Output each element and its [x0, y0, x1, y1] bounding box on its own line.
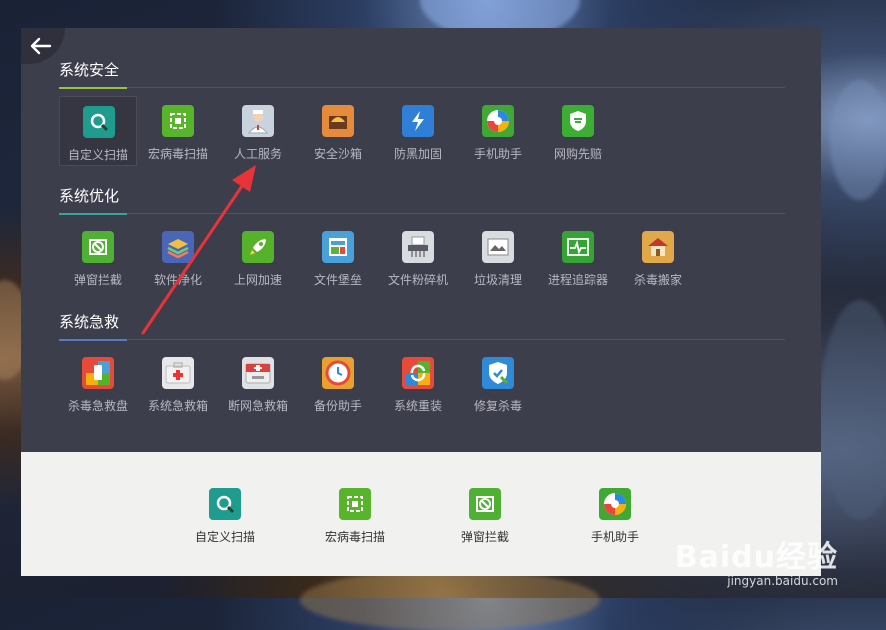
shopping-shield-icon: [562, 105, 594, 137]
popup-block-icon: [82, 231, 114, 263]
tool-tile[interactable]: 防黑加固: [379, 96, 457, 166]
phone-assistant-icon: [482, 105, 514, 137]
quick-tool-label: 弹窗拦截: [460, 530, 509, 544]
tool-tile[interactable]: 手机助手: [459, 96, 537, 166]
sandbox-icon: [322, 105, 354, 137]
magnifier-scan-icon: [209, 488, 241, 520]
rocket-icon: [242, 231, 274, 263]
section-3: 系统急救杀毒急救盘 系统急救箱 断网急救箱 备份助手 系统重装修复杀毒: [59, 308, 785, 428]
offline-aid-kit-icon: [242, 357, 274, 389]
section-title: 系统急救: [59, 313, 120, 331]
quick-tool-tile[interactable]: 宏病毒扫描: [310, 488, 400, 548]
tool-tile[interactable]: 自定义扫描: [59, 96, 137, 166]
quick-tool-tile[interactable]: 自定义扫描: [180, 488, 270, 548]
layers-icon: [162, 231, 194, 263]
tool-tile[interactable]: 修复杀毒: [459, 348, 537, 418]
back-arrow-icon: [30, 37, 52, 55]
tool-tile[interactable]: 文件堡垒: [299, 222, 377, 292]
background-art: [820, 300, 886, 520]
tool-label: 修复杀毒: [473, 399, 522, 413]
background-art: [300, 570, 600, 630]
shredder-icon: [402, 231, 434, 263]
tool-label: 网购先赔: [553, 147, 602, 161]
section-divider: [59, 339, 785, 340]
backup-clock-icon: [322, 357, 354, 389]
tool-tile[interactable]: 系统急救箱: [139, 348, 217, 418]
watermark-logo: Baidu经验: [674, 540, 838, 575]
quick-tool-tile[interactable]: 手机助手: [570, 488, 660, 548]
section-2: 系统优化弹窗拦截 软件净化 上网加速 文件堡垒 文件粉碎机 垃圾清理 进程追踪器杀毒搬家: [59, 182, 785, 302]
toolbox-panel: 系统安全 自定义扫描 宏病毒扫描 人工服务 安全沙箱 防黑加固 手机助手 网购先赔 系统优化 弹窗…: [21, 28, 821, 576]
background-art: [830, 80, 886, 200]
first-aid-kit-icon: [162, 357, 194, 389]
quick-tool-label: 宏病毒扫描: [324, 530, 385, 544]
tool-label: 杀毒搬家: [633, 273, 682, 287]
file-fortress-icon: [322, 231, 354, 263]
section-title-underline: [59, 339, 127, 341]
popup-block-icon: [469, 488, 501, 520]
quick-tool-label: 自定义扫描: [194, 530, 255, 544]
process-tracker-icon: [562, 231, 594, 263]
tool-tile[interactable]: 系统重装: [379, 348, 457, 418]
reinstall-icon: [402, 357, 434, 389]
rescue-usb-icon: [82, 357, 114, 389]
macro-virus-scan-icon: [162, 105, 194, 137]
tool-tile[interactable]: 宏病毒扫描: [139, 96, 217, 166]
phone-assistant-icon: [599, 488, 631, 520]
doctor-icon: [242, 105, 274, 137]
section-title-underline: [59, 87, 127, 89]
tool-tile[interactable]: 弹窗拦截: [59, 222, 137, 292]
trash-clean-icon: [482, 231, 514, 263]
tool-tile[interactable]: 上网加速: [219, 222, 297, 292]
lightning-shield-icon: [402, 105, 434, 137]
section-1: 系统安全自定义扫描 宏病毒扫描 人工服务 安全沙箱 防黑加固 手机助手网购先赔: [59, 56, 785, 176]
move-house-icon: [642, 231, 674, 263]
tool-tile[interactable]: 文件粉碎机: [379, 222, 457, 292]
watermark-url: jingyan.baidu.com: [727, 574, 838, 588]
tool-tile[interactable]: 杀毒急救盘: [59, 348, 137, 418]
section-title: 系统优化: [59, 187, 120, 205]
magnifier-scan-icon: [83, 106, 115, 138]
section-title-underline: [59, 213, 127, 215]
quick-tool-label: 手机助手: [590, 530, 639, 544]
tool-tile[interactable]: 进程追踪器: [539, 222, 617, 292]
macro-virus-scan-icon: [339, 488, 371, 520]
tool-tile[interactable]: 断网急救箱: [219, 348, 297, 418]
section-title: 系统安全: [59, 61, 120, 79]
tool-tile[interactable]: 网购先赔: [539, 96, 617, 166]
quick-tool-tile[interactable]: 弹窗拦截: [440, 488, 530, 548]
section-divider: [59, 213, 785, 214]
section-divider: [59, 87, 785, 88]
tool-tile[interactable]: 软件净化: [139, 222, 217, 292]
tool-tile[interactable]: 垃圾清理: [459, 222, 537, 292]
tool-tile[interactable]: 杀毒搬家: [619, 222, 697, 292]
watermark: Baidu经验 jingyan.baidu.com: [675, 532, 838, 588]
tool-tile[interactable]: 人工服务: [219, 96, 297, 166]
tool-tile[interactable]: 备份助手: [299, 348, 377, 418]
repair-shield-icon: [482, 357, 514, 389]
tool-tile[interactable]: 安全沙箱: [299, 96, 377, 166]
